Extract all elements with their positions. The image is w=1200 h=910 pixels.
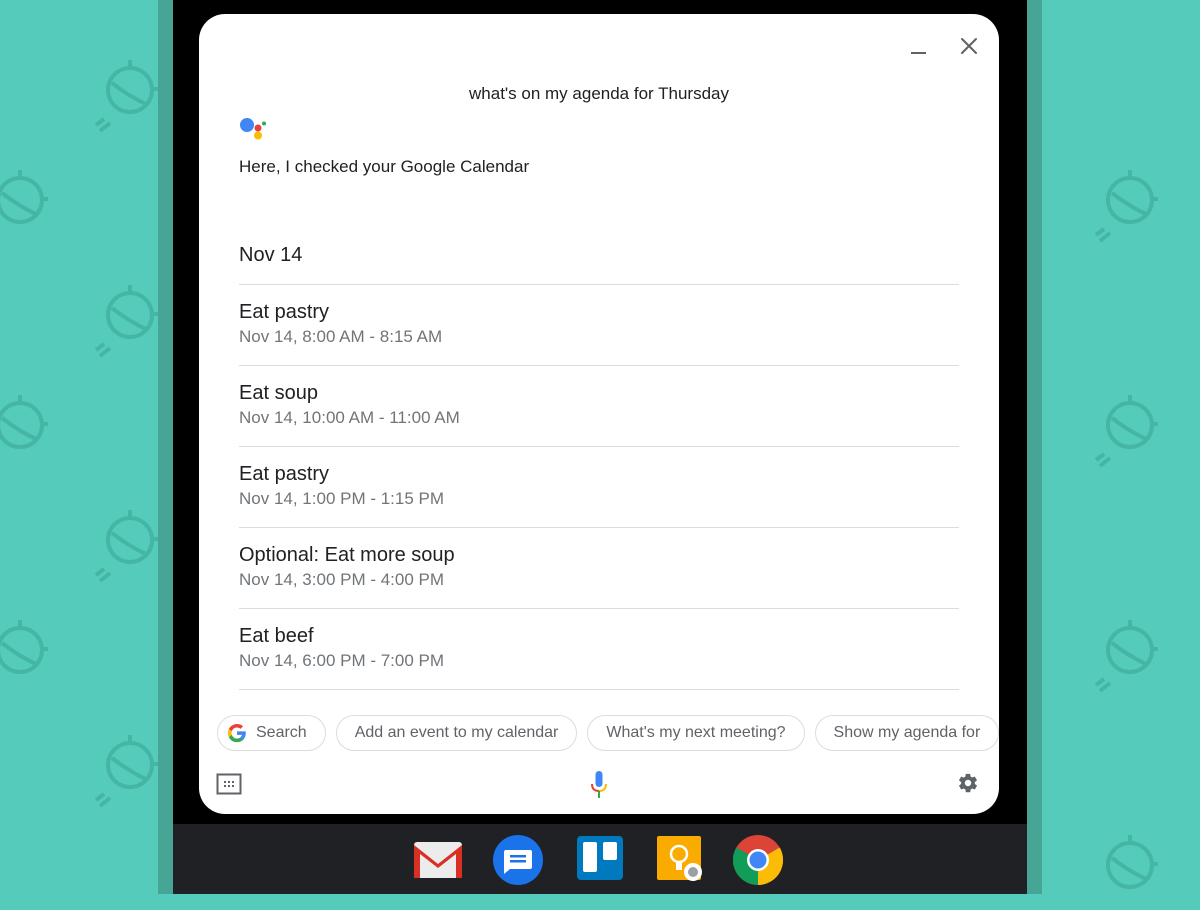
chip-label: Show my agenda for [833,724,981,741]
mic-icon [591,771,607,798]
chip-label: What's my next meeting? [606,724,786,741]
suggestion-chips: Search Add an event to my calendar What'… [217,715,999,755]
event-time: Nov 14, 10:00 AM - 11:00 AM [239,408,460,427]
event-item[interactable]: Optional: Eat more soup Nov 14, 3:00 PM … [239,528,959,608]
event-time: Nov 14, 8:00 AM - 8:15 AM [239,327,443,346]
google-g-icon [227,723,246,743]
chip-label: Search [256,724,307,741]
settings-button[interactable] [957,772,979,794]
android-bulb-icon [94,510,158,583]
android-bulb-icon [1094,170,1158,243]
event-item[interactable]: Eat pastry Nov 14, 1:00 PM - 1:15 PM [239,447,959,527]
minimize-button[interactable] [909,44,929,56]
date-header: Nov 14 [239,244,303,266]
gmail-icon[interactable] [412,834,464,886]
event-time: Nov 14, 6:00 PM - 7:00 PM [239,651,445,670]
android-bulb-icon [0,395,48,449]
assistant-reply: Here, I checked your Google Calendar [239,157,530,176]
chip-show-agenda[interactable]: Show my agenda for [814,715,999,751]
event-title: Eat pastry [239,463,330,485]
divider [239,689,959,690]
android-bulb-icon [1094,395,1158,468]
event-title: Optional: Eat more soup [239,544,455,566]
messages-icon[interactable] [492,834,544,886]
trello-icon[interactable] [575,834,627,886]
chip-next-meeting[interactable]: What's my next meeting? [587,715,805,751]
close-icon [961,38,977,54]
android-bulb-icon [94,285,158,358]
close-button[interactable] [957,34,981,58]
google-assistant-icon [240,118,266,140]
mic-button[interactable] [589,770,609,800]
event-list: Eat pastry Nov 14, 8:00 AM - 8:15 AM Eat… [239,284,959,690]
event-title: Eat beef [239,625,314,647]
event-item[interactable]: Eat soup Nov 14, 10:00 AM - 11:00 AM [239,366,959,446]
keep-icon[interactable] [655,834,707,886]
android-bulb-icon [94,735,158,808]
android-bulb-icon [0,170,48,224]
chip-search[interactable]: Search [217,715,326,751]
gear-icon [959,773,977,793]
keyboard-icon [216,773,242,795]
android-bulb-icon [0,620,48,674]
screen-bezel-left [158,0,173,894]
android-bulb-icon [1094,620,1158,693]
event-item[interactable]: Eat beef Nov 14, 6:00 PM - 7:00 PM [239,609,959,689]
event-title: Eat soup [239,382,318,404]
event-title: Eat pastry [239,301,330,323]
android-bulb-icon [1106,835,1158,889]
chrome-icon[interactable] [732,834,784,886]
android-bulb-icon [94,60,158,133]
event-item[interactable]: Eat pastry Nov 14, 8:00 AM - 8:15 AM [239,285,959,365]
user-query: what's on my agenda for Thursday [469,84,729,103]
keyboard-button[interactable] [216,772,242,796]
assistant-panel: what's on my agenda for Thursday Here, I… [199,14,999,814]
event-time: Nov 14, 3:00 PM - 4:00 PM [239,570,445,589]
chip-label: Add an event to my calendar [354,724,559,741]
screen-bezel-right [1027,0,1042,894]
event-time: Nov 14, 1:00 PM - 1:15 PM [239,489,445,508]
chip-add-event[interactable]: Add an event to my calendar [335,715,578,751]
